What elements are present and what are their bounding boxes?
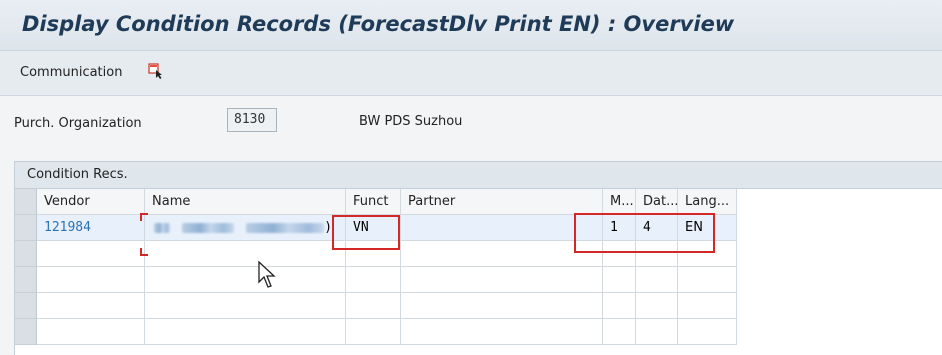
panel-header: Condition Recs. [15, 162, 942, 189]
partner-cell[interactable] [401, 293, 603, 319]
redacted-name-part [154, 222, 170, 233]
purch-org-description: BW PDS Suzhou [359, 114, 463, 129]
vendor-cell[interactable] [37, 319, 145, 345]
row-selector[interactable] [15, 267, 37, 293]
partner-cell[interactable] [401, 241, 603, 267]
mouse-pointer-icon [258, 261, 276, 288]
vendor-cell[interactable]: 121984 [37, 215, 145, 241]
title-bar: Display Condition Records (ForecastDlv P… [0, 0, 942, 50]
funct-cell[interactable] [346, 319, 401, 345]
language-cell[interactable] [678, 293, 737, 319]
col-header-language[interactable]: Lang... [678, 189, 737, 215]
col-header-medium[interactable]: M... [603, 189, 636, 215]
row-selector[interactable] [15, 215, 37, 241]
panel-title: Condition Recs. [27, 167, 128, 182]
purch-org-field[interactable]: 8130 [227, 108, 277, 132]
application-toolbar: Communication [0, 50, 942, 96]
language-cell[interactable] [678, 267, 737, 293]
purch-org-label: Purch. Organization [14, 116, 142, 131]
date-cell[interactable] [636, 319, 678, 345]
col-header-funct[interactable]: Funct [346, 189, 401, 215]
annotation-corner [140, 213, 148, 221]
vendor-cell[interactable] [37, 241, 145, 267]
name-cell[interactable]: ) [145, 215, 346, 241]
name-cell[interactable] [145, 241, 346, 267]
redacted-name-part [182, 222, 235, 233]
medium-cell[interactable] [603, 267, 636, 293]
vendor-cell[interactable] [37, 293, 145, 319]
partner-cell[interactable] [401, 319, 603, 345]
partner-cell[interactable] [401, 215, 603, 241]
communication-button[interactable]: Communication [20, 65, 122, 80]
highlight-box-output-values [574, 213, 715, 253]
name-cell[interactable] [145, 267, 346, 293]
select-all-handle[interactable] [15, 189, 37, 215]
date-cell[interactable] [636, 293, 678, 319]
page-title: Display Condition Records (ForecastDlv P… [22, 12, 735, 36]
medium-cell[interactable] [603, 293, 636, 319]
name-cell[interactable] [145, 293, 346, 319]
redacted-name-part [246, 222, 325, 233]
vendor-cell[interactable] [37, 267, 145, 293]
name-cell[interactable] [145, 319, 346, 345]
col-header-date[interactable]: Dat... [636, 189, 678, 215]
medium-cell[interactable] [603, 319, 636, 345]
col-header-partner[interactable]: Partner [401, 189, 603, 215]
document-pointer-icon[interactable] [148, 63, 164, 79]
funct-cell[interactable] [346, 267, 401, 293]
funct-cell[interactable] [346, 293, 401, 319]
highlight-box-funct [332, 215, 400, 250]
partner-cell[interactable] [401, 267, 603, 293]
col-header-name[interactable]: Name [145, 189, 346, 215]
language-cell[interactable] [678, 319, 737, 345]
row-selector[interactable] [15, 293, 37, 319]
annotation-corner [140, 248, 148, 256]
condition-records-panel: Condition Recs. Vendor Name Funct Partne… [14, 161, 942, 355]
name-suffix: ) [324, 220, 333, 235]
date-cell[interactable] [636, 267, 678, 293]
row-selector[interactable] [15, 241, 37, 267]
col-header-vendor[interactable]: Vendor [37, 189, 145, 215]
row-selector[interactable] [15, 319, 37, 345]
